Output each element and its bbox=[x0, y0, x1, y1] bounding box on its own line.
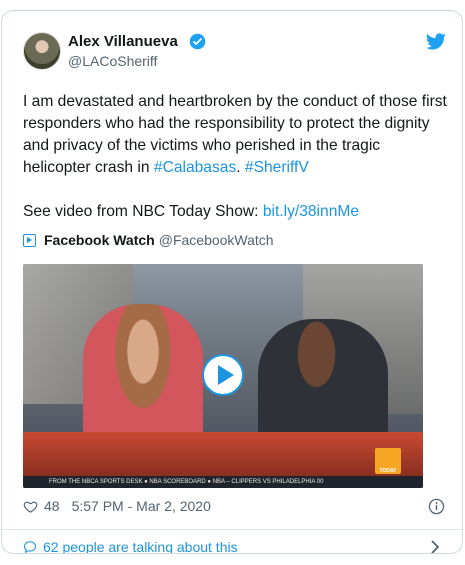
author-name[interactable]: Alex Villanueva bbox=[68, 33, 178, 50]
video-ticker: FROM THE NBCA SPORTS DESK ● NBA SCOREBOA… bbox=[23, 476, 423, 488]
author-handle[interactable]: @LACoSheriff bbox=[68, 53, 157, 69]
source-name: Facebook Watch bbox=[44, 232, 155, 248]
video-prefix: See video from NBC Today Show: bbox=[23, 203, 263, 220]
video-link[interactable]: bit.ly/38innMe bbox=[263, 203, 359, 220]
info-icon[interactable] bbox=[428, 498, 445, 515]
tweet-text: I am devastated and heartbroken by the c… bbox=[23, 91, 448, 223]
divider bbox=[2, 529, 462, 530]
hashtag-calabasas[interactable]: #Calabasas bbox=[154, 159, 236, 176]
source-handle: @FacebookWatch bbox=[158, 232, 274, 248]
today-logo: TODAY bbox=[375, 448, 401, 474]
avatar[interactable] bbox=[23, 32, 61, 70]
like-count[interactable]: 48 bbox=[44, 498, 60, 514]
comment-icon bbox=[23, 541, 37, 553]
tweet-card: Alex Villanueva @LACoSheriff I am devast… bbox=[1, 10, 463, 554]
video-source[interactable]: Facebook Watch @FacebookWatch bbox=[23, 232, 274, 248]
tweet-sep: . bbox=[236, 159, 245, 176]
heart-icon[interactable] bbox=[23, 499, 38, 514]
hashtag-sheriffv[interactable]: #SheriffV bbox=[245, 159, 309, 176]
play-icon[interactable] bbox=[202, 354, 244, 396]
video-source-icon bbox=[23, 233, 36, 247]
chevron-right-icon[interactable] bbox=[430, 540, 440, 554]
talking-count: 62 people are talking about this bbox=[43, 539, 238, 554]
conversation-link[interactable]: 62 people are talking about this bbox=[23, 539, 238, 554]
timestamp[interactable]: 5:57 PM - Mar 2, 2020 bbox=[72, 498, 211, 514]
verified-icon bbox=[189, 33, 206, 50]
video-desk bbox=[23, 432, 423, 476]
twitter-bird-icon[interactable] bbox=[426, 33, 446, 50]
tweet-meta: 48 5:57 PM - Mar 2, 2020 bbox=[23, 498, 211, 514]
video-player[interactable]: TODAY FROM THE NBCA SPORTS DESK ● NBA SC… bbox=[23, 264, 423, 488]
